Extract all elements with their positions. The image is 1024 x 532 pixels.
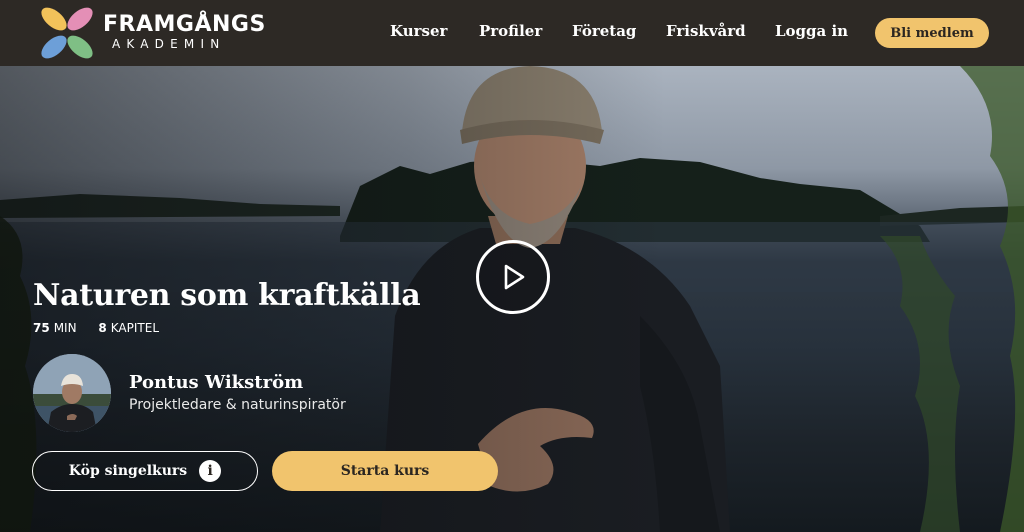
nav-item-profiler[interactable]: Profiler (479, 22, 542, 40)
brand-name: FRAMGÅNGS (103, 12, 266, 37)
nav-item-friskvard[interactable]: Friskvård (666, 22, 746, 40)
brand-subname: AKADEMIN (112, 37, 226, 51)
duration-unit: MIN (53, 321, 77, 335)
author-role: Projektledare & naturinspiratör (129, 397, 346, 413)
nav-item-kurser[interactable]: Kurser (390, 22, 447, 40)
chapters-unit: KAPITEL (110, 321, 160, 335)
buy-single-course-button[interactable]: Köp singelkurs i (32, 451, 258, 491)
author-name[interactable]: Pontus Wikström (129, 372, 303, 393)
flower-logo-icon[interactable] (38, 5, 96, 61)
nav-item-login[interactable]: Logga in (775, 22, 848, 40)
author-avatar-image (33, 354, 111, 432)
play-button[interactable] (476, 240, 550, 314)
site-header: FRAMGÅNGS AKADEMIN Kurser Profiler Föret… (0, 0, 1024, 66)
course-meta: 75 MIN 8 KAPITEL (33, 321, 159, 335)
author-avatar[interactable] (33, 354, 111, 432)
start-course-button[interactable]: Starta kurs (272, 451, 498, 491)
info-icon[interactable]: i (199, 460, 222, 482)
play-icon (504, 264, 525, 290)
course-hero: Naturen som kraftkälla 75 MIN 8 KAPITEL Po… (0, 66, 1024, 532)
nav-item-foretag[interactable]: Företag (572, 22, 636, 40)
duration-value: 75 (33, 321, 50, 335)
buy-single-course-label: Köp singelkurs (68, 463, 188, 479)
become-member-button[interactable]: Bli medlem (875, 18, 989, 48)
chapters-value: 8 (98, 321, 107, 335)
course-title: Naturen som kraftkälla (33, 278, 421, 313)
brand-wordmark[interactable]: FRAMGÅNGS AKADEMIN (103, 12, 266, 51)
